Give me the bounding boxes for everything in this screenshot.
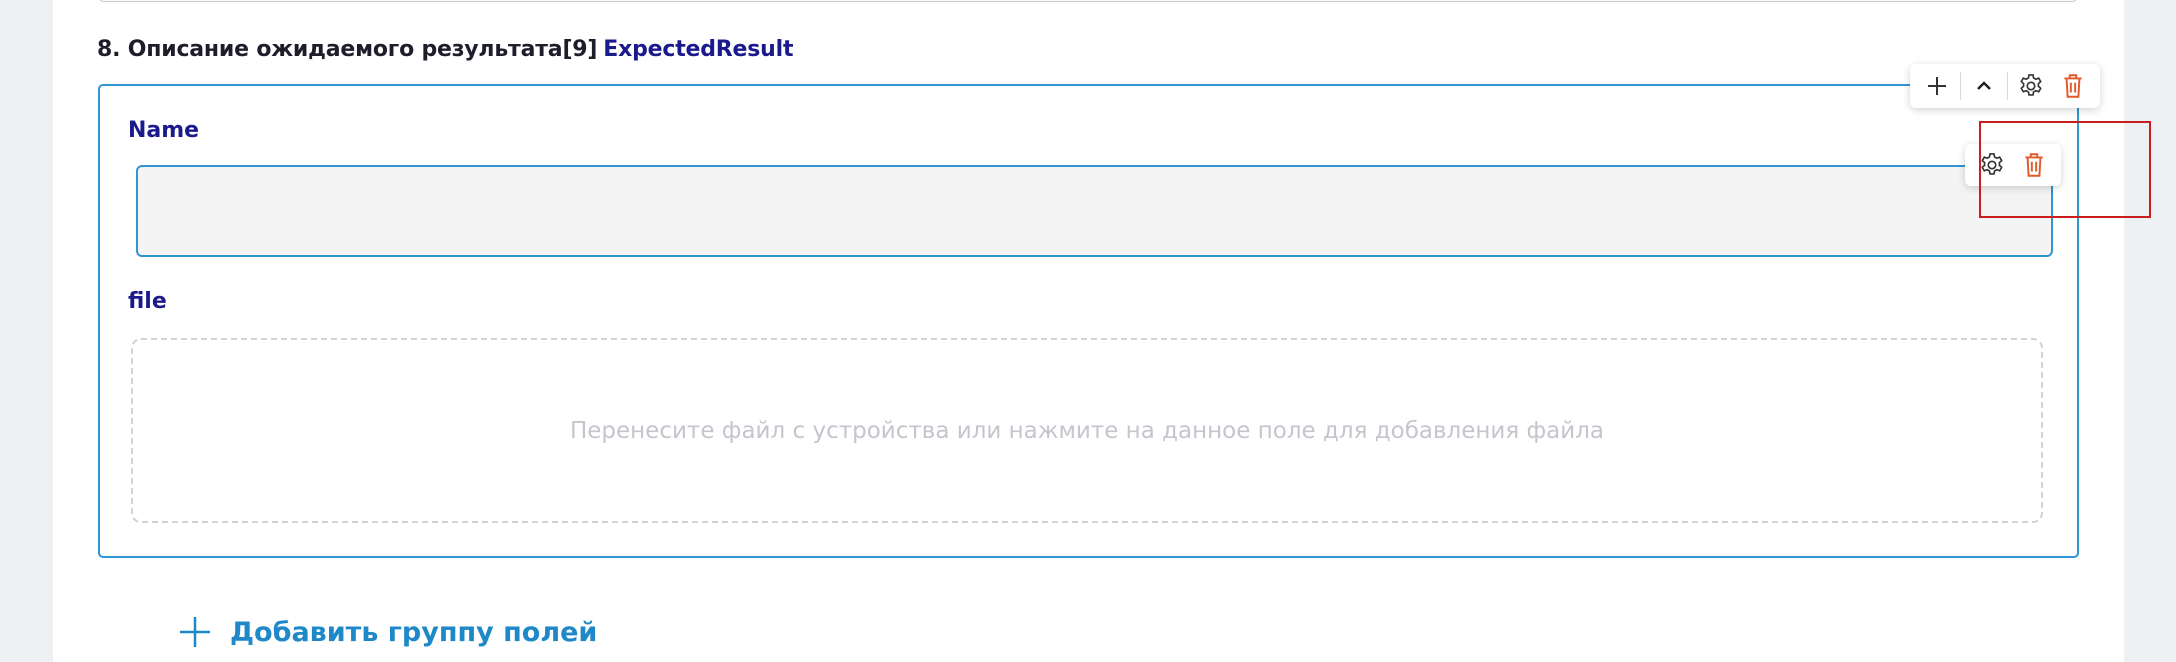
trash-icon xyxy=(2064,74,2082,98)
section-title-text: 8. Описание ожидаемого результата[9] xyxy=(97,37,598,62)
toolbar-separator xyxy=(2007,72,2008,100)
toolbar-separator xyxy=(1960,72,1961,100)
group-toolbar xyxy=(1910,64,2100,108)
page-content: 8. Описание ожидаемого результата[9] Expe… xyxy=(53,0,2151,662)
file-dropzone[interactable]: Перенесите файл с устройства или нажмите… xyxy=(131,338,2043,523)
add-field-group-label: Добавить группу полей xyxy=(230,616,598,648)
plus-icon xyxy=(180,617,210,647)
add-field-group-button[interactable]: Добавить группу полей xyxy=(178,615,597,649)
file-label: file xyxy=(128,289,167,314)
previous-section-box xyxy=(98,0,2078,2)
name-input[interactable] xyxy=(136,165,2053,257)
collapse-button[interactable] xyxy=(1965,67,2003,105)
gear-icon xyxy=(2020,74,2042,96)
highlight-box xyxy=(1979,121,2151,218)
name-label: Name xyxy=(128,118,200,143)
dropzone-text: Перенесите файл с устройства или нажмите… xyxy=(569,417,1605,444)
section-title: 8. Описание ожидаемого результата[9] Expe… xyxy=(97,37,793,62)
add-field-button[interactable] xyxy=(1918,67,1956,105)
group-settings-button[interactable] xyxy=(2012,67,2050,105)
plus-icon xyxy=(1928,77,1946,95)
chevron-up-icon xyxy=(1977,81,1991,90)
group-delete-button[interactable] xyxy=(2054,67,2092,105)
section-code: ExpectedResult xyxy=(603,37,794,62)
